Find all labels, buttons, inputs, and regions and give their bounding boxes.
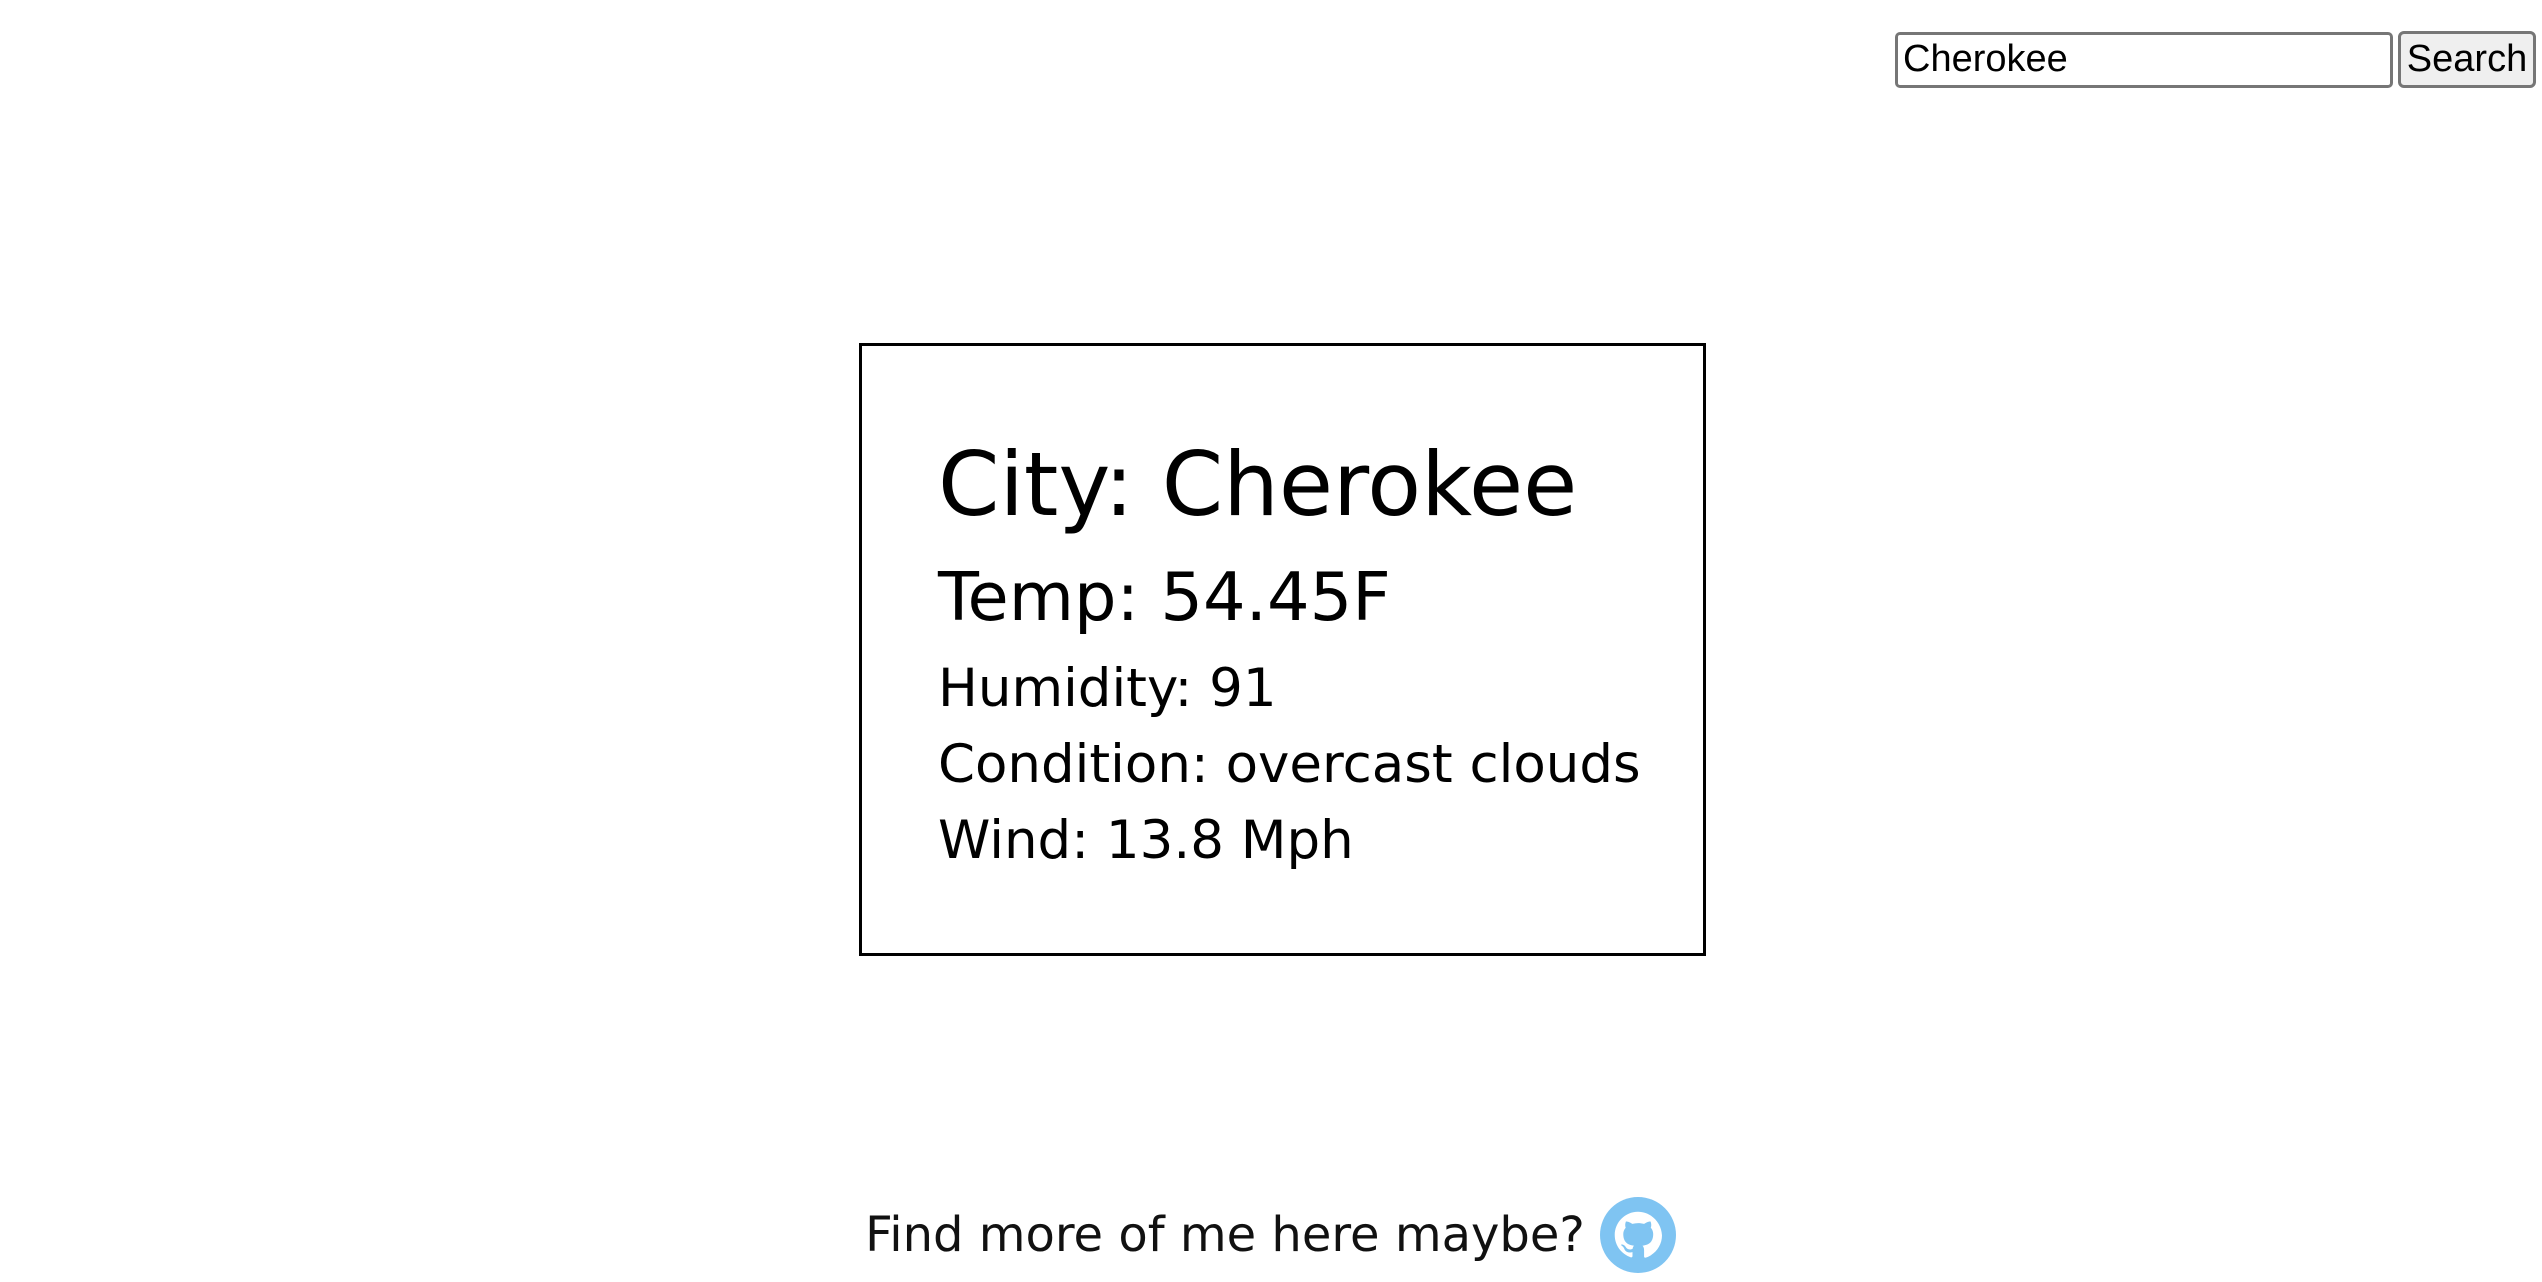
city-name: City: Cherokee [938, 433, 1578, 536]
temperature: Temp: 54.45F [938, 558, 1391, 636]
search-input[interactable] [1895, 31, 2393, 88]
footer-text: Find more of me here maybe? [865, 1207, 1585, 1263]
search-button[interactable]: Search [2398, 31, 2536, 88]
wind-speed: Wind: 13.8 Mph [938, 810, 1354, 871]
condition: Condition: overcast clouds [938, 734, 1641, 795]
github-icon[interactable] [1599, 1197, 1676, 1273]
footer: Find more of me here maybe? [0, 1197, 2542, 1273]
search-bar: Search [1895, 31, 2536, 88]
humidity: Humidity: 91 [938, 658, 1277, 719]
weather-card: City: Cherokee Temp: 54.45F Humidity: 91… [859, 343, 1706, 956]
